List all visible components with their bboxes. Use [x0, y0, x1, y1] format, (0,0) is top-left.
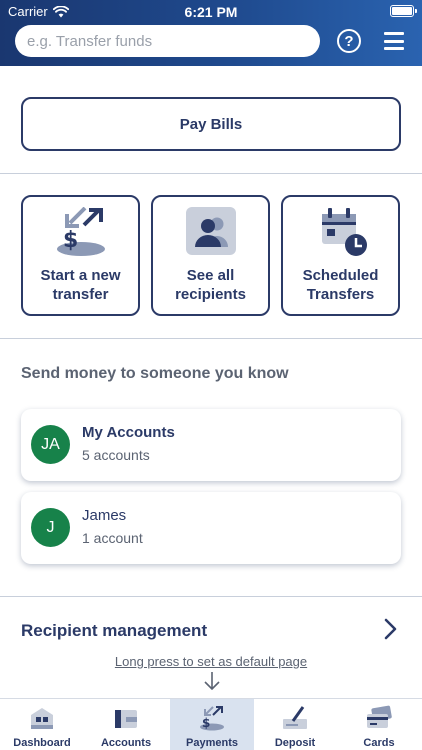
status-bar: Carrier 6:21 PM [0, 0, 422, 22]
recipient-detail: 1 account [82, 530, 143, 546]
menu-icon-bar [384, 32, 404, 35]
help-icon: ? [344, 32, 354, 50]
default-page-hint-text: Long press to set as default page [114, 654, 308, 669]
dashboard-icon [31, 708, 53, 729]
transfer-dollar-icon: $ [56, 207, 105, 256]
tab-label: Cards [363, 737, 395, 749]
recipient-name: James [82, 507, 127, 524]
tab-bar: Dashboard Accounts $ Payments Deposit Ca… [0, 698, 422, 750]
help-button[interactable]: ? [337, 29, 361, 53]
tab-payments[interactable]: $ Payments [170, 699, 254, 750]
wallet-icon [115, 710, 137, 728]
see-all-recipients-tile[interactable]: See all recipients [151, 195, 270, 316]
send-money-title: Send money to someone you know [21, 365, 289, 382]
recipient-management-link[interactable]: Recipient management [21, 621, 207, 641]
search-input[interactable] [15, 25, 320, 57]
tab-accounts[interactable]: Accounts [84, 699, 168, 750]
tab-label: Deposit [274, 737, 316, 749]
tab-dashboard[interactable]: Dashboard [0, 699, 84, 750]
svg-text:$: $ [63, 228, 78, 253]
tab-label: Accounts [100, 737, 152, 749]
payments-icon: $ [200, 706, 224, 731]
tab-cards[interactable]: Cards [337, 699, 421, 750]
deposit-check-icon [283, 706, 307, 729]
recipient-detail: 5 accounts [82, 447, 150, 463]
pay-bills-button[interactable]: Pay Bills [21, 97, 401, 151]
tile-label: Scheduled Transfers [302, 267, 379, 303]
menu-icon-bar [384, 47, 404, 50]
battery-icon [390, 5, 417, 17]
cards-icon [367, 705, 392, 728]
recipient-card-james[interactable]: J James 1 account [21, 492, 401, 564]
tab-label: Dashboard [13, 737, 71, 749]
chevron-right-icon[interactable] [380, 617, 400, 641]
calendar-clock-icon [321, 208, 367, 256]
tile-label: Start a new transfer [40, 267, 121, 303]
divider [0, 596, 422, 597]
scheduled-transfers-tile[interactable]: Scheduled Transfers [281, 195, 400, 316]
recipient-name: My Accounts [82, 424, 175, 441]
arrow-down-icon [204, 672, 220, 691]
svg-text:$: $ [202, 716, 210, 730]
app-header: Carrier 6:21 PM ? [0, 0, 422, 66]
status-time: 6:21 PM [184, 4, 238, 20]
tab-label: Payments [186, 737, 238, 749]
recipients-people-icon [185, 207, 236, 255]
tile-label: See all recipients [175, 267, 246, 303]
avatar: JA [31, 425, 70, 464]
divider [0, 338, 422, 339]
tab-deposit[interactable]: Deposit [253, 699, 337, 750]
menu-icon-bar [384, 39, 404, 43]
recipient-card-my-accounts[interactable]: JA My Accounts 5 accounts [21, 409, 401, 481]
menu-button[interactable] [384, 32, 404, 50]
avatar: J [31, 508, 70, 547]
default-page-hint: Long press to set as default page [0, 654, 422, 669]
divider [0, 173, 422, 174]
start-new-transfer-tile[interactable]: $ Start a new transfer [21, 195, 140, 316]
pay-bills-label: Pay Bills [179, 115, 243, 133]
